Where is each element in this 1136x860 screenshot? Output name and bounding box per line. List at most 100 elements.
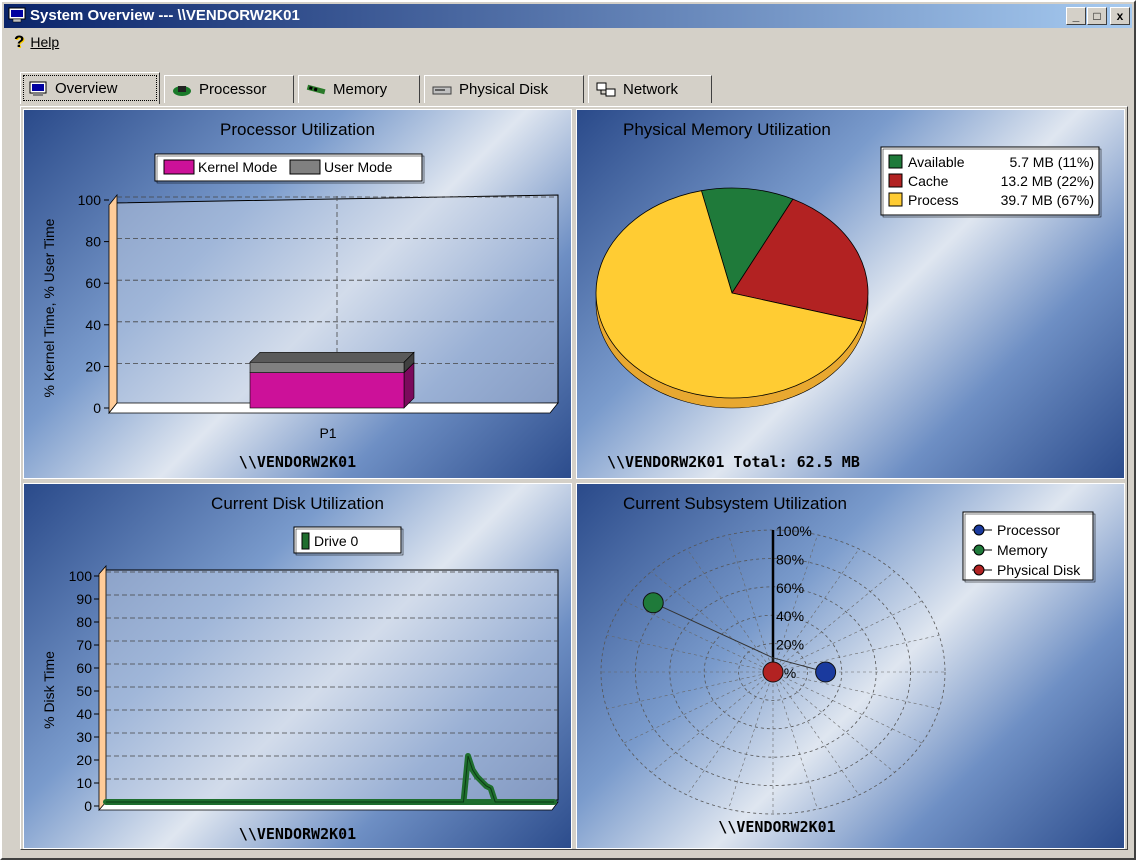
chart-legend: Available 5.7 MB (11%) Cache 13.2 MB (22%) P… [880,146,1102,218]
processor-utilization-panel: Processor Utilization Kernel Mode User M… [23,109,572,479]
polar-spoke [623,671,774,744]
polar-spoke [772,671,860,796]
memory-utilization-panel: Physical Memory Utilization Available 5.7… [576,109,1125,479]
legend-marker-memory [973,544,985,556]
polar-spoke [651,571,774,673]
maximize-button[interactable]: □ [1087,7,1107,25]
legend-swatch-user [289,159,321,175]
disk-chart: Drive 0 1009080706050403020100 % Disk Ti… [41,526,559,814]
memory-icon [306,84,326,94]
tab-processor-label: Processor [199,81,267,98]
legend-label-physical-disk: Physical Disk [997,562,1081,578]
close-button[interactable]: x [1110,7,1130,25]
y-tick-label: 20 [85,358,101,374]
plot-back-wall [102,569,559,801]
legend-swatch-cache [888,173,903,188]
memory-chart: Available 5.7 MB (11%) Cache 13.2 MB (22%) P… [595,146,1102,409]
polar-spoke [772,671,818,810]
plot-side-wall [98,564,107,811]
legend-label-processor: Processor [997,522,1060,538]
y-axis-label: % Kernel Time, % User Time [41,218,57,397]
polar-tick-label: 40% [776,608,804,624]
overview-content: Processor Utilization Kernel Mode User M… [20,106,1128,850]
y-tick-label: 70 [76,637,92,653]
minimize-button[interactable]: _ [1066,7,1086,25]
bar-top [249,351,415,363]
polar-spoke [728,534,774,673]
legend-label-memory: Memory [997,542,1048,558]
polar-tick-label: 60% [776,580,804,596]
chart-legend: Drive 0 [293,526,404,556]
legend-value-available: 5.7 MB (11%) [1009,154,1094,170]
legend-label-available: Available [908,154,965,170]
polar-spoke [686,671,774,796]
tab-processor[interactable]: Processor [164,75,294,103]
legend-label-user: User Mode [324,159,393,175]
network-icon [596,82,616,96]
y-tick-label: 30 [76,729,92,745]
menu-help[interactable]: ? Help [14,32,59,52]
y-tick-label: 60 [85,275,101,291]
legend-value-process: 39.7 MB (67%) [1001,192,1094,208]
polar-point-physical-disk [762,661,784,683]
tab-memory-label: Memory [333,81,388,98]
polar-tick-label: 80% [776,551,804,567]
polar-spoke [651,671,774,773]
polar-spoke [772,671,923,744]
legend-marker-processor [973,524,985,536]
tab-overview[interactable]: Overview [20,72,160,104]
y-tick-label: 100 [69,568,93,584]
legend-label-drive0: Drive 0 [314,533,359,549]
y-tick-label: 40 [76,706,92,722]
legend-label-process: Process [908,192,959,208]
menu-help-label: Help [30,34,60,50]
y-tick-label: 80 [76,614,92,630]
bar-user [249,361,405,373]
tab-overview-label: Overview [55,80,118,97]
polar-spoke [728,671,774,810]
bar-kernel [249,372,405,409]
y-tick-label: 50 [76,683,92,699]
polar-spoke [686,548,774,673]
polar-point-processor [815,661,837,683]
menu-bar: ? Help [4,30,1132,52]
tab-network-label: Network [623,81,679,98]
legend-value-cache: 13.2 MB (22%) [1001,173,1094,189]
legend-swatch-available [888,154,903,169]
y-tick-label: 80 [85,234,101,250]
chart-legend: Kernel Mode User Mode [154,153,425,184]
help-icon: ? [14,32,25,51]
tab-physical-disk[interactable]: Physical Disk [424,75,584,103]
processor-chart: Kernel Mode User Mode 100 80 60 40 20 0 P1 % … [41,153,559,441]
y-tick-label: 10 [76,775,92,791]
polar-point-memory [642,592,664,614]
processor-icon [173,85,191,96]
y-tick-label: 0 [93,400,101,416]
legend-label-cache: Cache [908,173,949,189]
host-label: \\VENDORW2K01 [718,818,836,836]
tab-memory[interactable]: Memory [298,75,420,103]
polar-spoke [623,600,774,673]
host-label: \\VENDORW2K01 [238,825,357,843]
chart-legend: Processor Memory Physical Disk [962,511,1096,583]
legend-label-kernel: Kernel Mode [198,159,278,175]
polar-spoke [606,671,774,710]
plot-side-wall [108,193,118,415]
memory-total-label: \\VENDORW2K01 Total: 62.5 MB [607,453,860,471]
polar-spoke [772,671,895,773]
legend-swatch-process [888,192,903,207]
y-tick-label: 20 [76,752,92,768]
legend-swatch-kernel [163,159,195,175]
polar-spoke [772,671,940,710]
tab-physical-disk-label: Physical Disk [459,81,549,98]
tab-network[interactable]: Network [588,75,712,103]
polar-spoke [606,634,774,673]
polar-tick-label: 100% [776,523,812,539]
y-axis-label: % Disk Time [41,651,57,729]
subsystem-utilization-panel: Current Subsystem Utilization 100% 80% 60%… [576,483,1125,849]
y-tick-label: 90 [76,591,92,607]
title-bar[interactable]: System Overview --- \\VENDORW2K01 _ □ x [4,4,1132,28]
host-label: \\VENDORW2K01 [238,453,357,471]
disk-utilization-panel: Current Disk Utilization Drive 0 100 90 80… [23,483,572,849]
y-tick-label: 40 [85,317,101,333]
